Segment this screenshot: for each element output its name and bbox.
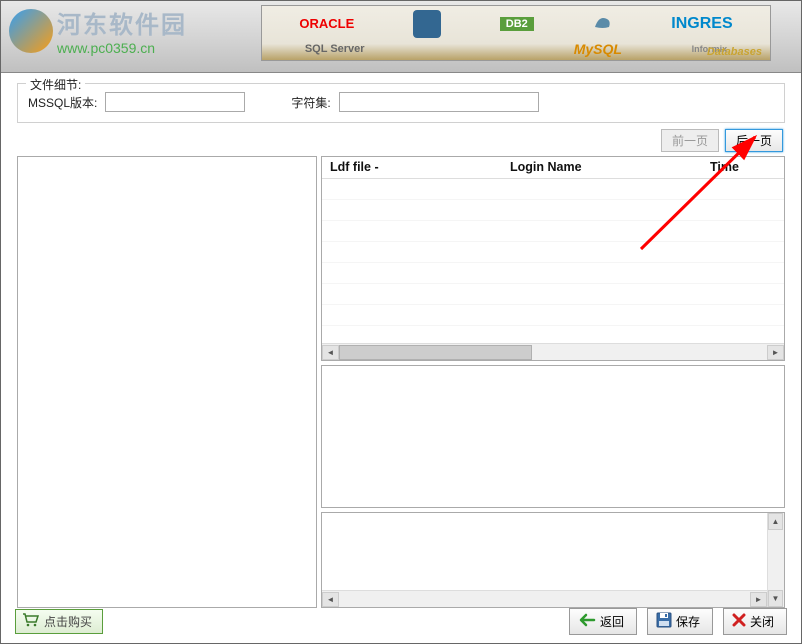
back-label: 返回 — [600, 613, 624, 630]
left-tree-panel[interactable] — [17, 156, 317, 608]
bottom-detail-panel: ◄ ► ▲ ▼ — [321, 512, 785, 608]
close-icon — [732, 613, 746, 630]
scroll-left-icon[interactable]: ◄ — [322, 592, 339, 607]
mysql-logo: MySQL — [574, 41, 622, 57]
middle-detail-panel[interactable] — [321, 365, 785, 508]
mysql-dolphin-icon — [593, 13, 613, 34]
close-button[interactable]: 关闭 — [723, 608, 787, 635]
scroll-right-icon[interactable]: ► — [767, 345, 784, 360]
bottom-grid-body[interactable] — [322, 513, 767, 590]
scroll-thumb[interactable] — [339, 345, 532, 360]
file-details-group: 文件细节: MSSQL版本: 字符集: — [17, 83, 785, 123]
buy-label: 点击购买 — [44, 613, 92, 630]
next-page-button[interactable]: 后一页 — [725, 129, 783, 152]
ingres-logo: INGRES — [671, 15, 732, 33]
grid-header: Ldf file - Login Name Time — [322, 157, 784, 179]
scroll-down-icon[interactable]: ▼ — [768, 590, 783, 607]
databases-label: Databases — [707, 46, 762, 58]
mssql-version-input[interactable] — [105, 92, 245, 112]
save-disk-icon — [656, 612, 672, 631]
mssql-version-label: MSSQL版本: — [28, 94, 97, 111]
header-banner: 河东软件园 www.pc0359.cn ORACLE DB2 INGRES SQ… — [1, 1, 801, 73]
save-button[interactable]: 保存 — [647, 608, 713, 635]
buy-button[interactable]: 点击购买 — [15, 609, 103, 634]
charset-label: 字符集: — [291, 94, 330, 111]
bottom-grid-hscroll[interactable]: ◄ ► — [322, 590, 767, 607]
top-grid-hscroll[interactable]: ◄ ► — [322, 343, 784, 360]
sqlserver-logo: SQL Server — [305, 43, 365, 55]
cart-icon — [22, 613, 40, 630]
postgres-logo-icon — [413, 10, 441, 38]
close-label: 关闭 — [750, 613, 774, 630]
file-details-legend: 文件细节: — [26, 76, 85, 93]
watermark: 河东软件园 www.pc0359.cn — [9, 5, 187, 56]
top-grid-panel: Ldf file - Login Name Time ◄ ► — [321, 156, 785, 361]
column-time[interactable]: Time — [702, 157, 784, 178]
watermark-title: 河东软件园 — [57, 5, 187, 40]
database-logos-panel: ORACLE DB2 INGRES SQL Server MySQL Infor… — [261, 5, 771, 61]
scroll-left-icon[interactable]: ◄ — [322, 345, 339, 360]
column-ldf-file[interactable]: Ldf file - — [322, 157, 502, 178]
grid-body[interactable] — [322, 179, 784, 343]
oracle-logo: ORACLE — [299, 16, 354, 31]
charset-input[interactable] — [339, 92, 539, 112]
watermark-logo-icon — [9, 9, 53, 53]
back-button[interactable]: 返回 — [569, 608, 637, 635]
column-login-name[interactable]: Login Name — [502, 157, 702, 178]
bottom-grid-vscroll[interactable]: ▲ ▼ — [767, 513, 784, 607]
prev-page-button[interactable]: 前一页 — [661, 129, 719, 152]
pagination-row: 前一页 后一页 — [17, 129, 785, 152]
db2-logo: DB2 — [500, 17, 534, 31]
watermark-url: www.pc0359.cn — [57, 40, 187, 56]
scroll-up-icon[interactable]: ▲ — [768, 513, 783, 530]
back-arrow-icon — [578, 613, 596, 630]
save-label: 保存 — [676, 613, 700, 630]
footer-bar: 点击购买 返回 保存 关闭 — [15, 608, 787, 635]
scroll-right-icon[interactable]: ► — [750, 592, 767, 607]
main-split: Ldf file - Login Name Time ◄ ► — [17, 156, 785, 608]
